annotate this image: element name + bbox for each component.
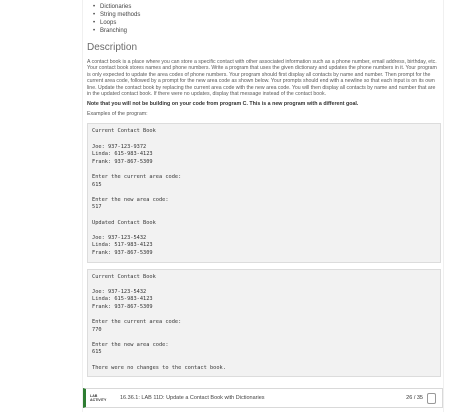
example-output-1: Current Contact Book Joe: 937-123-9372 Lin…	[87, 123, 441, 263]
bullet-icon: •	[93, 12, 96, 18]
topic-item: • Branching	[93, 28, 128, 34]
topic-item: • String methods	[93, 12, 141, 18]
lab-content: • Dictionaries • String methods • Loops • Br…	[82, 0, 444, 412]
code-line: Enter the current area code:	[92, 319, 182, 326]
code-line: Joe: 937-123-9372	[92, 143, 147, 150]
score-box-icon	[427, 392, 436, 404]
lab-activity-tag: LAB ACTIVITY	[90, 394, 107, 402]
example-output-2: Current Contact Book Joe: 937-123-5432 Lin…	[87, 268, 441, 378]
code-line: Updated Contact Book	[92, 219, 156, 226]
code-line: Enter the current area code:	[92, 174, 182, 180]
examples-label: Examples of the program:	[87, 111, 148, 118]
topic-item: • Dictionaries	[93, 4, 132, 10]
bullet-icon: •	[93, 20, 96, 26]
bullet-icon: •	[93, 4, 96, 10]
code-line: Enter the new area code:	[92, 341, 169, 348]
code-line: Frank: 937-867-5309	[92, 303, 153, 310]
code-line: Frank: 937-867-5309	[92, 158, 153, 165]
code-line: Linda: 517-983-4123	[92, 242, 153, 249]
code-line: Linda: 615-983-4123	[92, 151, 153, 158]
lab-score: 26 / 35	[406, 395, 423, 401]
code-line: 517	[92, 204, 102, 211]
code-line: Frank: 937-867-5309	[92, 249, 153, 256]
section-heading: Description	[87, 42, 138, 53]
code-line: Current Contact Book	[92, 273, 156, 280]
lab-activity-bar[interactable]: LAB ACTIVITY 16.36.1: LAB 11D: Update a …	[83, 388, 443, 408]
topic-list: • Dictionaries • String methods • Loops • Br…	[83, 0, 443, 35]
code-line: Enter the new area code:	[92, 196, 169, 203]
code-line: Linda: 615-983-4123	[92, 296, 153, 303]
code-line: Joe: 937-123-5432	[92, 288, 147, 295]
note-text: Note that you will not be building on yo…	[87, 101, 359, 108]
code-line: Current Contact Book	[92, 128, 156, 135]
code-line: 615	[92, 181, 102, 188]
topic-item: • Loops	[93, 20, 117, 26]
code-line: Joe: 937-123-5432	[92, 234, 147, 241]
lab-title: 16.36.1: LAB 11D: Update a Contact Book …	[120, 395, 265, 401]
description-text: A contact book is a place where you can …	[87, 59, 437, 98]
code-line: There were no changes to the contact boo…	[92, 364, 226, 371]
bullet-icon: •	[93, 28, 96, 34]
code-line: 615	[92, 349, 102, 356]
code-line: 770	[92, 326, 102, 333]
